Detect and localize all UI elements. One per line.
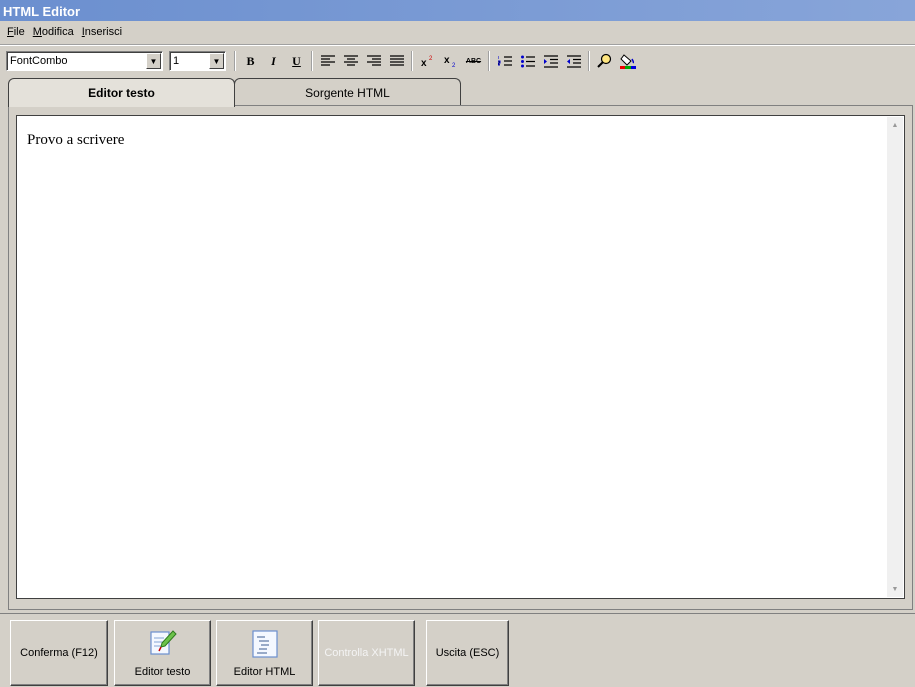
justify-button[interactable]	[385, 50, 408, 72]
numbered-list-button[interactable]	[493, 50, 516, 72]
align-center-icon	[343, 55, 358, 66]
text-editor-button[interactable]: Editor testo	[114, 620, 211, 686]
outdent-icon	[566, 54, 581, 68]
outdent-button[interactable]	[562, 50, 585, 72]
strikethrough-button[interactable]: ABC	[462, 50, 485, 72]
editor-panel: Provo a scrivere ▲ ▼	[8, 105, 913, 610]
window-title: HTML Editor	[0, 0, 915, 21]
chevron-down-icon[interactable]: ▼	[146, 53, 161, 69]
align-right-icon	[366, 55, 381, 66]
bold-button[interactable]: B	[239, 50, 262, 72]
align-right-button[interactable]	[362, 50, 385, 72]
editor-content[interactable]: Provo a scrivere	[27, 132, 124, 149]
menu-inserisci[interactable]: Inserisci	[78, 26, 126, 38]
rich-text-editor[interactable]: Provo a scrivere ▲ ▼	[16, 115, 905, 599]
align-left-icon	[320, 55, 335, 66]
superscript-button[interactable]: x2	[416, 50, 439, 72]
italic-button[interactable]: I	[262, 50, 285, 72]
superscript-icon: x2	[421, 56, 433, 67]
indent-icon	[543, 54, 558, 68]
numbered-list-icon	[497, 55, 512, 66]
edit-document-icon	[149, 630, 177, 655]
svg-text:x: x	[444, 55, 450, 66]
vertical-scrollbar[interactable]: ▲ ▼	[887, 117, 903, 597]
align-left-button[interactable]	[316, 50, 339, 72]
confirm-button[interactable]: Conferma (F12)	[10, 620, 108, 686]
exit-button[interactable]: Uscita (ESC)	[426, 620, 509, 686]
find-button[interactable]	[593, 50, 616, 72]
paint-bucket-icon	[619, 54, 636, 69]
check-xhtml-button[interactable]: Controlla XHTML	[318, 620, 415, 686]
underline-button[interactable]: U	[285, 50, 308, 72]
bottom-action-bar: Conferma (F12) Editor testo Editor HTML …	[0, 613, 915, 687]
tab-sorgente-html[interactable]: Sorgente HTML	[234, 78, 461, 106]
menu-bar: File Modifica Inserisci	[0, 22, 915, 42]
format-toolbar: FontCombo ▼ 1 ▼ B I U x2 x2 ABC	[0, 48, 915, 74]
tab-editor-testo[interactable]: Editor testo	[8, 78, 235, 107]
chevron-down-icon[interactable]: ▼	[209, 53, 224, 69]
text-color-button[interactable]	[616, 50, 639, 72]
svg-text:2: 2	[429, 56, 433, 62]
font-combo[interactable]: FontCombo ▼	[6, 51, 163, 71]
subscript-button[interactable]: x2	[439, 50, 462, 72]
html-document-icon	[251, 630, 278, 658]
scroll-down-icon[interactable]: ▼	[887, 581, 903, 597]
menu-file[interactable]: File	[3, 26, 29, 38]
svg-text:2: 2	[452, 63, 456, 67]
subscript-icon: x2	[444, 55, 456, 67]
editor-tabs: Editor testo Sorgente HTML	[8, 78, 908, 107]
scroll-up-icon[interactable]: ▲	[887, 117, 903, 133]
menu-modifica[interactable]: Modifica	[29, 26, 78, 38]
strikethrough-icon: ABC	[465, 57, 482, 65]
align-center-button[interactable]	[339, 50, 362, 72]
indent-button[interactable]	[539, 50, 562, 72]
bullet-list-icon	[520, 55, 535, 67]
bullet-list-button[interactable]	[516, 50, 539, 72]
menu-separator	[0, 44, 915, 46]
justify-icon	[389, 55, 404, 66]
svg-text:x: x	[421, 58, 427, 67]
size-combo[interactable]: 1 ▼	[169, 51, 226, 71]
html-editor-button[interactable]: Editor HTML	[216, 620, 313, 686]
magnifier-icon	[596, 53, 611, 68]
